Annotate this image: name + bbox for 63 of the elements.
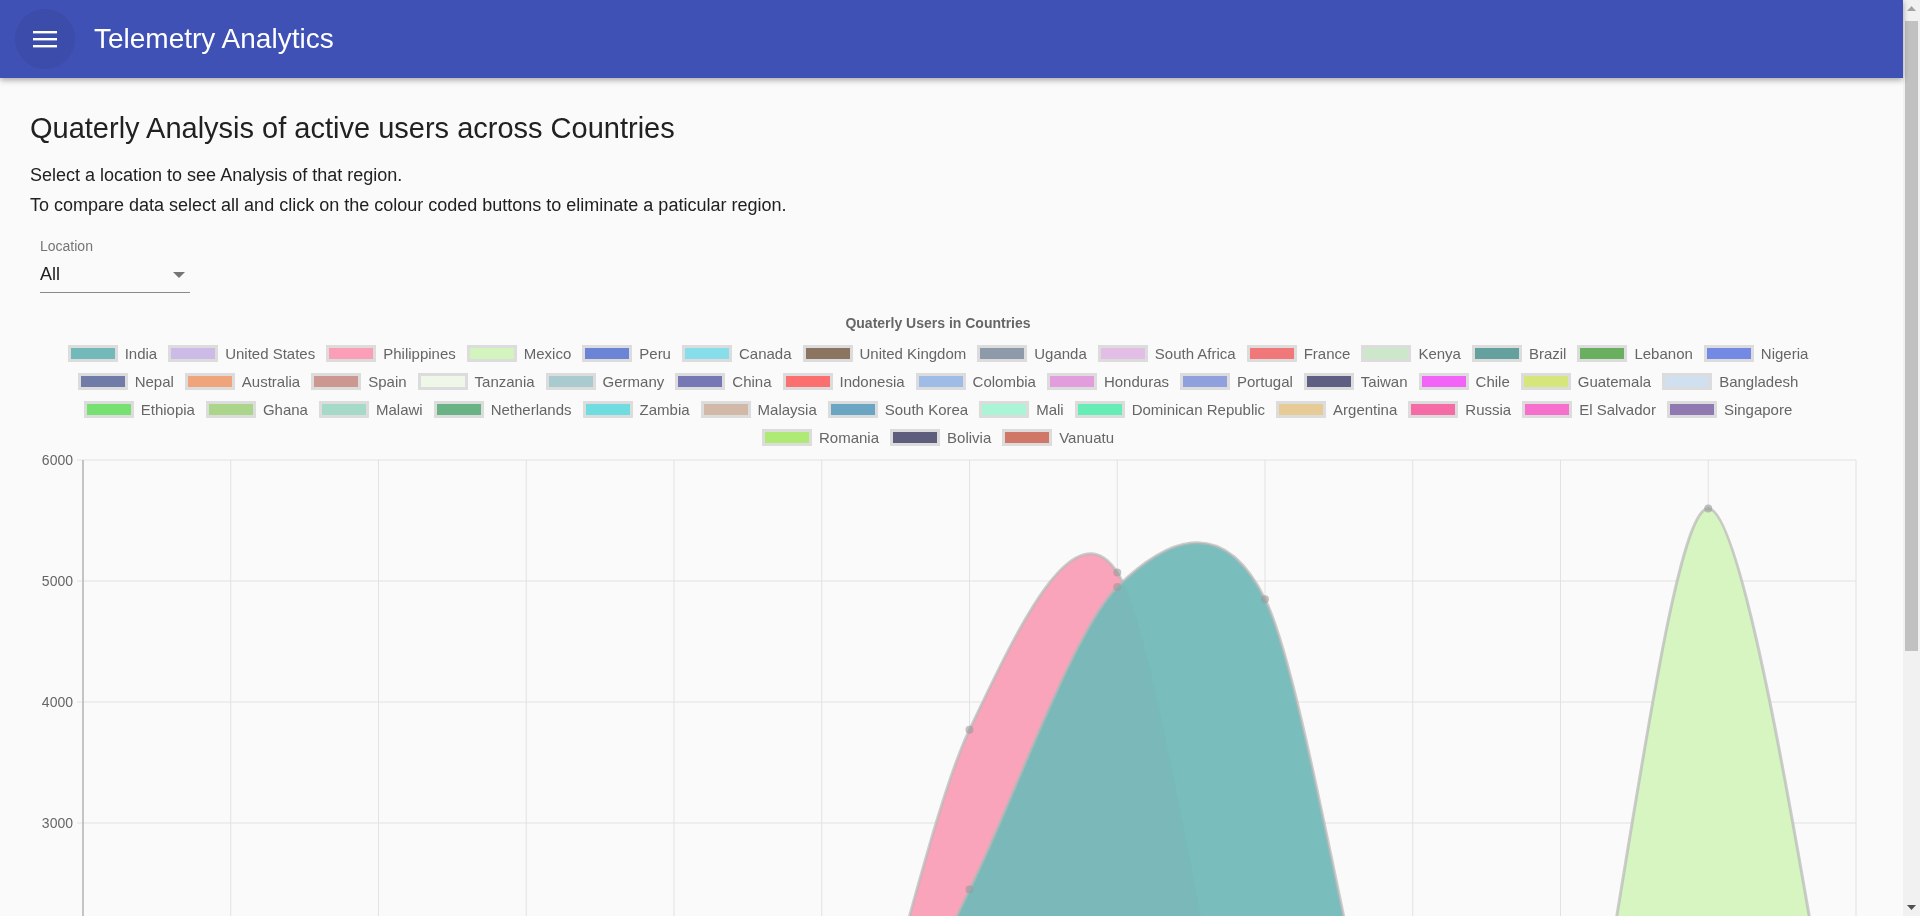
legend-item[interactable]: South Africa (1097, 344, 1236, 363)
instruction-text: To compare data select all and click on the colour coded buttons to eliminate a paticular region. (30, 194, 788, 217)
legend-item[interactable]: Malaysia (700, 400, 817, 419)
y-tick-label: 3000 (41, 815, 73, 831)
legend-item[interactable]: Taiwan (1303, 372, 1408, 391)
legend-item[interactable]: Uganda (977, 344, 1087, 363)
legend-item[interactable]: Germany (545, 372, 665, 391)
legend-item[interactable]: Canada (681, 344, 792, 363)
legend-item[interactable]: Vanuatu (1002, 428, 1114, 447)
legend-item[interactable]: Russia (1408, 400, 1512, 419)
app-title: Telemetry Analytics (94, 22, 334, 56)
select-label: Location (40, 237, 94, 256)
legend-item[interactable]: Australia (184, 372, 301, 391)
legend-item[interactable]: Portugal (1180, 372, 1293, 391)
legend-item[interactable]: Nigeria (1703, 344, 1809, 363)
legend-item[interactable]: Guatemala (1520, 372, 1652, 391)
legend-item[interactable]: India (67, 344, 158, 363)
scroll-down-arrow-icon[interactable] (1907, 905, 1916, 910)
legend-item[interactable]: Mexico (466, 344, 572, 363)
legend-item[interactable]: El Salvador (1522, 400, 1656, 419)
point (1261, 595, 1269, 604)
legend-item[interactable]: Mali (979, 400, 1064, 419)
chart-title: Quaterly Users in Countries (845, 314, 1031, 333)
legend-item[interactable]: Dominican Republic (1074, 400, 1266, 419)
legend-item[interactable]: Peru (582, 344, 671, 363)
legend-item[interactable]: United Kingdom (802, 344, 967, 363)
point (1113, 583, 1122, 592)
legend-item[interactable]: Indonesia (782, 372, 905, 391)
legend-item[interactable]: Singapore (1666, 400, 1793, 419)
legend-item[interactable]: Romania (762, 428, 880, 447)
y-tick-label: 6000 (41, 452, 73, 468)
legend-item[interactable]: Malawi (318, 400, 423, 419)
page-heading: Quaterly Analysis of active users across Countries (30, 111, 676, 146)
scrollbar[interactable] (1903, 0, 1920, 916)
legend-item[interactable]: China (675, 372, 772, 391)
legend-item[interactable]: Bolivia (890, 428, 992, 447)
legend-item[interactable]: South Korea (827, 400, 969, 419)
y-tick-label: 5000 (41, 573, 73, 589)
legend-item[interactable]: United States (168, 344, 316, 363)
legend-item[interactable]: Argentina (1276, 400, 1398, 419)
legend-item[interactable]: Netherlands (433, 400, 572, 419)
legend-item[interactable]: Colombia (915, 372, 1036, 391)
legend-item[interactable]: Honduras (1046, 372, 1169, 391)
legend-item[interactable]: Spain (311, 372, 407, 391)
legend-item[interactable]: Brazil (1471, 344, 1567, 363)
legend-item[interactable]: Tanzania (417, 372, 535, 391)
select-value: All (40, 263, 60, 286)
legend-item[interactable]: Ghana (205, 400, 308, 419)
instruction-text: Select a location to see Analysis of that region. (30, 164, 404, 187)
legend-item[interactable]: France (1246, 344, 1351, 363)
point (965, 885, 974, 894)
location-select[interactable]: Location All (40, 236, 190, 293)
y-tick-label: 4000 (41, 694, 73, 710)
dropdown-caret-icon (173, 271, 185, 278)
menu-icon (33, 30, 57, 48)
legend-item[interactable]: Bangladesh (1662, 372, 1799, 391)
legend-item[interactable]: Nepal (77, 372, 174, 391)
legend-item[interactable]: Zambia (582, 400, 690, 419)
legend-item[interactable]: Kenya (1361, 344, 1461, 363)
legend-item[interactable]: Lebanon (1577, 344, 1693, 363)
legend-item[interactable]: Chile (1418, 372, 1510, 391)
legend-item[interactable]: Philippines (326, 344, 456, 363)
legend-item[interactable]: Ethiopia (83, 400, 195, 419)
